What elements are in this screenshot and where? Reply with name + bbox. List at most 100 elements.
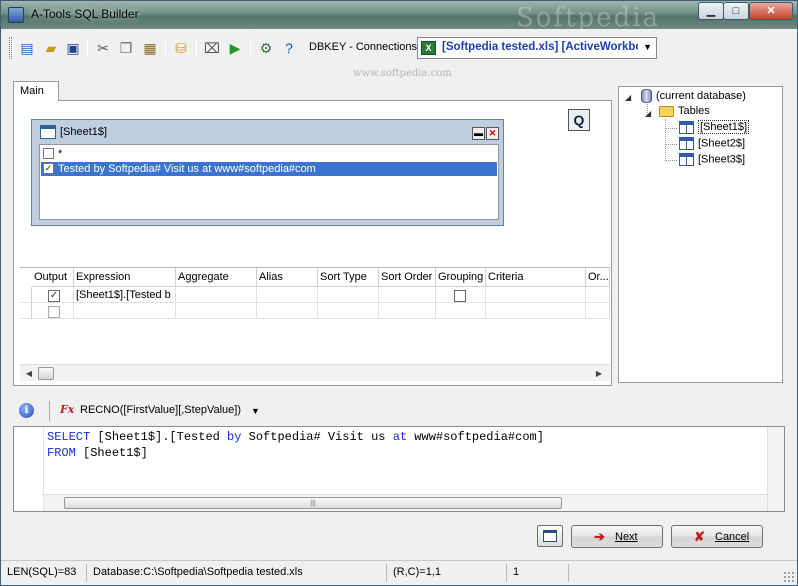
column-header-expression[interactable]: Expression	[74, 268, 176, 287]
field-row-tested[interactable]: ✓ Tested by Softpedia# Visit us at www#s…	[41, 162, 497, 176]
function-select[interactable]: RECNO([FirstValue][,StepValue])	[80, 404, 241, 416]
new-query-icon[interactable]: ▤	[17, 38, 37, 58]
grouping-checkbox[interactable]	[454, 290, 466, 302]
tree-connector	[665, 119, 666, 161]
grid-cell-sort-type[interactable]	[318, 303, 379, 319]
tree-item-sheet1[interactable]: [Sheet1$]	[679, 120, 750, 135]
editor-horizontal-scrollbar[interactable]: |||	[44, 494, 767, 511]
cancel-button[interactable]: ✘ Cancel	[671, 525, 763, 548]
collapse-icon[interactable]: ◢	[645, 109, 651, 118]
grid-cell-or[interactable]	[586, 287, 610, 303]
tree-folder-tables[interactable]: Tables	[659, 105, 710, 117]
grid-cell-aggregate[interactable]	[176, 303, 257, 319]
maximize-button[interactable]: □	[723, 2, 749, 20]
app-window: A-Tools SQL Builder Softpedia ▁ □ ✕ ▤ ▰ …	[0, 0, 798, 586]
grid-cell-alias[interactable]	[257, 303, 318, 319]
tree-root-label: (current database)	[656, 89, 746, 102]
column-header-grouping[interactable]: Grouping	[436, 268, 486, 287]
sql-text: Softpedia# Visit us	[241, 430, 393, 444]
grid-cell-aggregate[interactable]	[176, 287, 257, 303]
tree-item-label: [Sheet1$]	[698, 120, 750, 135]
sql-editor[interactable]: SELECT [Sheet1$].[Tested by Softpedia# V…	[13, 426, 785, 512]
column-header-sort-type[interactable]: Sort Type	[318, 268, 379, 287]
table-window[interactable]: [Sheet1$] ▬ ✕ * ✓ Tested by Softpedia# V…	[31, 119, 504, 226]
function-bar-separator	[49, 401, 50, 421]
next-button[interactable]: ➔ Next	[571, 525, 663, 548]
editor-vertical-scrollbar[interactable]	[767, 427, 784, 511]
grid-cell-sort-order[interactable]	[379, 287, 436, 303]
output-checkbox[interactable]: ✓	[48, 290, 60, 302]
grid-cell-sort-type[interactable]	[318, 287, 379, 303]
field-checkbox[interactable]	[43, 148, 54, 159]
scroll-left-icon[interactable]: ◀	[22, 367, 36, 380]
field-row-all[interactable]: *	[41, 147, 497, 161]
collapse-icon[interactable]: ◢	[625, 93, 631, 102]
column-header-alias[interactable]: Alias	[257, 268, 318, 287]
resize-grip[interactable]	[783, 571, 795, 583]
grid-cell-or[interactable]	[586, 303, 610, 319]
scroll-thumb[interactable]	[38, 367, 54, 380]
run-icon[interactable]: ▶	[225, 38, 245, 58]
cut-icon[interactable]: ✂	[93, 38, 113, 58]
table-minimize-button[interactable]: ▬	[472, 127, 485, 140]
title-bar[interactable]: A-Tools SQL Builder Softpedia ▁ □ ✕	[1, 1, 797, 33]
grid-cell-criteria[interactable]	[486, 287, 586, 303]
column-header-criteria[interactable]: Criteria	[486, 268, 586, 287]
watermark: Softpedia	[516, 3, 661, 33]
field-checkbox[interactable]: ✓	[43, 163, 54, 174]
table-icon	[679, 153, 694, 166]
grid-cell-sort-order[interactable]	[379, 303, 436, 319]
grid-cell-alias[interactable]	[257, 287, 318, 303]
field-list: * ✓ Tested by Softpedia# Visit us at www…	[39, 144, 499, 220]
copy-icon[interactable]: ❐	[116, 38, 136, 58]
table-window-header[interactable]: [Sheet1$] ▬ ✕	[36, 124, 500, 142]
sql-code[interactable]: SELECT [Sheet1$].[Tested by Softpedia# V…	[47, 429, 544, 461]
help-icon[interactable]: ?	[279, 38, 299, 58]
settings-icon[interactable]: ⚙	[256, 38, 276, 58]
row-indicator	[20, 287, 32, 303]
minimize-button[interactable]: ▁	[698, 2, 724, 20]
tab-main[interactable]: Main	[13, 81, 59, 101]
column-header-output[interactable]: Output	[32, 268, 74, 287]
connection-select[interactable]: X [Softpedia tested.xls] [ActiveWorkbook…	[417, 37, 657, 59]
field-label: Tested by Softpedia# Visit us at www#sof…	[58, 163, 316, 175]
query-button[interactable]: Q	[568, 109, 590, 131]
open-icon[interactable]: ▰	[41, 38, 61, 58]
tree-connector	[665, 160, 677, 161]
tree-item-sheet3[interactable]: [Sheet3$]	[679, 153, 745, 166]
sql-keyword: SELECT	[47, 430, 91, 444]
info-icon[interactable]: i	[19, 403, 34, 418]
grid-horizontal-scrollbar[interactable]: ◀ ▶	[20, 364, 610, 381]
scroll-thumb[interactable]: |||	[64, 497, 562, 509]
tree-root[interactable]: (current database)	[641, 89, 746, 103]
grid-cell-expression[interactable]: [Sheet1$].[Tested b	[74, 287, 176, 303]
chevron-down-icon[interactable]: ▼	[251, 406, 260, 416]
scroll-right-icon[interactable]: ▶	[592, 367, 606, 380]
grid-cell-criteria[interactable]	[486, 303, 586, 319]
paste-icon[interactable]: ▦	[140, 38, 160, 58]
layout-button[interactable]	[537, 525, 563, 547]
field-label: *	[58, 148, 63, 160]
table-close-button[interactable]: ✕	[486, 127, 499, 140]
toolbar-grip[interactable]	[9, 37, 12, 59]
excel-icon: X	[421, 41, 436, 55]
grid-cell-expression[interactable]	[74, 303, 176, 319]
table-window-title: [Sheet1$]	[60, 126, 108, 138]
tree-item-sheet2[interactable]: [Sheet2$]	[679, 137, 745, 150]
close-button[interactable]: ✕	[749, 2, 793, 20]
grid-cell-grouping[interactable]	[436, 303, 486, 319]
column-header-aggregate[interactable]: Aggregate	[176, 268, 257, 287]
column-header-sort-order[interactable]: Sort Order	[379, 268, 436, 287]
save-icon[interactable]: ▣	[63, 38, 83, 58]
sql-text: [Sheet1$]	[75, 446, 148, 460]
column-header-or[interactable]: Or...	[586, 268, 610, 287]
output-checkbox[interactable]	[48, 306, 60, 318]
chevron-down-icon[interactable]: ▼	[643, 42, 652, 52]
table-icon	[679, 121, 694, 134]
clear-icon[interactable]: ⌧	[202, 38, 222, 58]
cancel-icon: ✘	[694, 529, 705, 544]
connections-label: DBKEY - Connections:	[309, 41, 421, 53]
tree-connector	[665, 128, 677, 129]
toolbar-separator	[196, 38, 197, 58]
connect-icon[interactable]: ⛁	[171, 38, 191, 58]
